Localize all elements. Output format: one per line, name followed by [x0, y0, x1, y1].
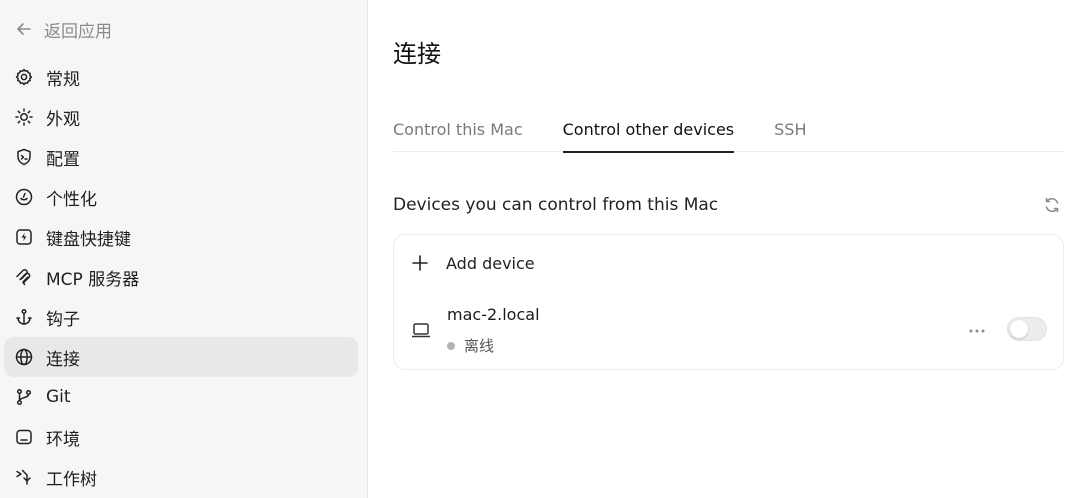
- more-options-icon[interactable]: [967, 321, 987, 341]
- status-dot: [447, 341, 455, 350]
- device-name: mac-2.local: [447, 305, 540, 324]
- sidebar-item-hooks[interactable]: 钩子: [4, 297, 358, 337]
- gear-icon: [14, 67, 34, 87]
- worktree-icon: [14, 467, 34, 487]
- smile-icon: [14, 187, 34, 207]
- sidebar-item-environment[interactable]: 环境: [4, 417, 358, 457]
- sun-icon: [14, 107, 34, 127]
- back-to-app-button[interactable]: 返回应用: [14, 16, 112, 42]
- tab-control-this-mac[interactable]: Control this Mac: [393, 112, 523, 152]
- mcp-icon: [14, 267, 34, 287]
- sidebar-item-label: 连接: [46, 349, 80, 370]
- device-row: mac-2.local 离线: [410, 303, 1047, 359]
- device-enable-toggle[interactable]: [1007, 317, 1047, 341]
- page-title: 连接: [393, 40, 441, 68]
- sidebar-item-label: 钩子: [46, 309, 80, 330]
- sidebar-item-label: 键盘快捷键: [46, 229, 131, 250]
- toggle-knob: [1010, 320, 1028, 338]
- connection-tabs: Control this Mac Control other devices S…: [393, 112, 1064, 153]
- back-label: 返回应用: [44, 21, 112, 42]
- section-title: Devices you can control from this Mac: [393, 195, 719, 215]
- settings-nav: 常规 外观 配置 个性化 键盘快捷键 MCP 服务器 钩子 连接 Git 环境 …: [4, 57, 358, 497]
- terminal-window-icon: [14, 427, 34, 447]
- sidebar-item-mcp-servers[interactable]: MCP 服务器: [4, 257, 358, 297]
- connections-panel: 连接 Control this Mac Control other device…: [393, 0, 1064, 498]
- refresh-icon[interactable]: [1042, 195, 1062, 215]
- sidebar-item-worktrees[interactable]: 工作树: [4, 457, 358, 497]
- devices-card: Add device mac-2.local 离线: [393, 234, 1064, 370]
- sidebar-item-configuration[interactable]: 配置: [4, 137, 358, 177]
- anchor-icon: [14, 307, 34, 327]
- sidebar-item-keyboard-shortcuts[interactable]: 键盘快捷键: [4, 217, 358, 257]
- status-label: 离线: [464, 337, 495, 355]
- devices-section-header: Devices you can control from this Mac: [393, 192, 1064, 218]
- sidebar-item-label: 外观: [46, 109, 80, 130]
- add-device-label: Add device: [446, 253, 535, 273]
- lightning-key-icon: [14, 227, 34, 247]
- sidebar-item-git[interactable]: Git: [4, 377, 358, 417]
- sidebar-item-personalization[interactable]: 个性化: [4, 177, 358, 217]
- device-status: 离线: [447, 335, 494, 356]
- laptop-icon: [412, 323, 430, 338]
- sidebar-item-label: 工作树: [46, 469, 97, 490]
- sidebar-item-label: MCP 服务器: [46, 269, 140, 290]
- globe-icon: [14, 347, 34, 367]
- sidebar-item-label: 环境: [46, 429, 80, 450]
- sidebar-item-label: 常规: [46, 69, 80, 90]
- shield-terminal-icon: [14, 147, 34, 167]
- sidebar-item-label: 配置: [46, 149, 80, 170]
- git-branch-icon: [14, 387, 34, 407]
- sidebar-item-label: 个性化: [46, 189, 97, 210]
- sidebar-item-connections[interactable]: 连接: [4, 337, 358, 377]
- sidebar-item-appearance[interactable]: 外观: [4, 97, 358, 137]
- sidebar-item-general[interactable]: 常规: [4, 57, 358, 97]
- arrow-left-icon: [17, 23, 31, 35]
- sidebar-item-label: Git: [46, 387, 71, 407]
- plus-icon: [412, 255, 428, 271]
- add-device-button[interactable]: Add device: [410, 251, 535, 275]
- tab-control-other-devices[interactable]: Control other devices: [562, 112, 734, 153]
- tab-ssh[interactable]: SSH: [774, 112, 806, 152]
- settings-sidebar: 返回应用 常规 外观 配置 个性化 键盘快捷键 MCP 服务器 钩子 连接 Gi…: [0, 0, 368, 498]
